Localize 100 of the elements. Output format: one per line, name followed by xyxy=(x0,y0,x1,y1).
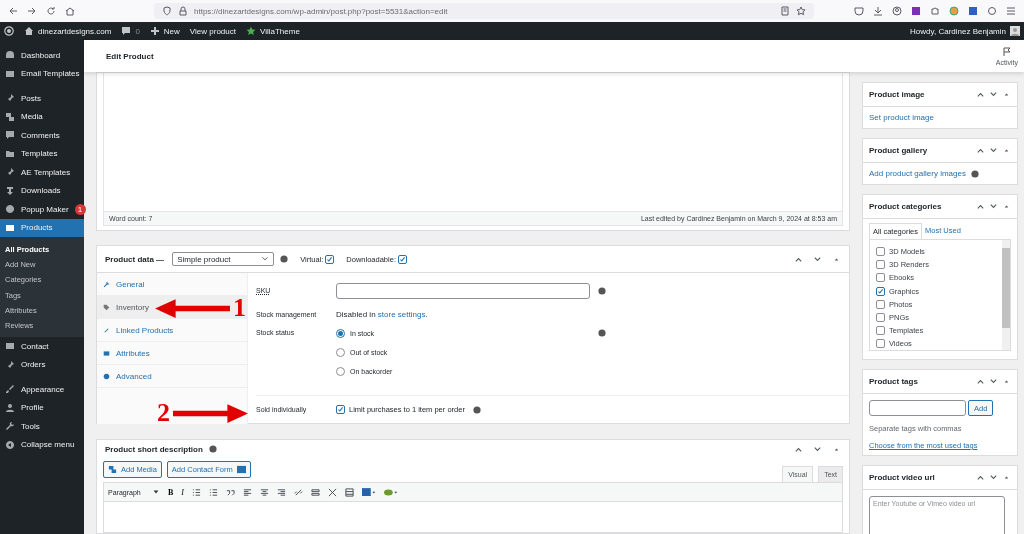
menu-item[interactable]: AE Templates xyxy=(0,163,84,182)
help-icon[interactable] xyxy=(970,169,979,178)
italic-button[interactable]: I xyxy=(181,487,184,497)
shield-icon xyxy=(162,6,172,16)
move-down-icon[interactable] xyxy=(989,90,998,99)
home-icon[interactable] xyxy=(65,6,75,16)
menu-item[interactable]: Products xyxy=(0,218,84,237)
gauge-icon xyxy=(5,50,15,61)
wrench-icon xyxy=(103,280,110,288)
menu-item[interactable]: Popup Maker 1 xyxy=(0,200,84,219)
new-link[interactable]: New xyxy=(149,26,180,36)
site-link[interactable]: dinezartdesigns.com xyxy=(24,26,112,36)
bullet-list-icon[interactable] xyxy=(192,487,201,497)
scrollbar[interactable] xyxy=(1002,240,1010,350)
color-wheel-icon[interactable] xyxy=(949,6,959,16)
help-icon[interactable] xyxy=(280,255,289,263)
address-bar[interactable]: https://dinezartdesigns.com/wp-admin/post.php?post=5531&action=edit xyxy=(154,3,814,19)
collapse-icon xyxy=(5,439,15,450)
move-up-icon[interactable] xyxy=(976,90,985,99)
download-icon[interactable] xyxy=(873,6,883,16)
align-left-icon[interactable] xyxy=(243,487,252,497)
envelope-icon[interactable] xyxy=(362,487,376,497)
menu-item[interactable]: Comments xyxy=(0,126,84,145)
panel-title: Product tags xyxy=(869,377,918,386)
account-link[interactable]: Howdy, Cardinez Benjamin xyxy=(910,26,1020,36)
menu-item[interactable]: Downloads xyxy=(0,181,84,200)
menu-item[interactable]: Media xyxy=(0,107,84,126)
checkbox[interactable] xyxy=(876,339,885,349)
leaf-icon[interactable] xyxy=(384,487,398,497)
menu-item[interactable]: Posts xyxy=(0,89,84,108)
menu-item[interactable]: Templates xyxy=(0,144,84,163)
numbered-list-icon[interactable] xyxy=(209,487,218,497)
extension-icon[interactable] xyxy=(968,6,978,16)
downloadable-checkbox[interactable] xyxy=(397,254,407,264)
align-right-icon[interactable] xyxy=(277,487,286,497)
back-icon[interactable] xyxy=(8,6,18,16)
wordpress-logo-icon[interactable] xyxy=(4,26,14,36)
align-center-icon[interactable] xyxy=(260,487,269,497)
move-up-icon[interactable] xyxy=(976,473,985,482)
checkbox[interactable] xyxy=(876,260,885,270)
move-down-icon[interactable] xyxy=(989,146,998,155)
checkbox[interactable] xyxy=(876,247,885,256)
theme-link[interactable]: VillaTheme xyxy=(245,26,300,36)
read-more-icon[interactable] xyxy=(311,487,320,497)
stock-management-note: Disabled in store settings. xyxy=(336,309,428,319)
sku-field[interactable] xyxy=(336,282,590,299)
move-down-icon[interactable] xyxy=(989,377,998,386)
product-data-tab[interactable]: Advanced xyxy=(97,365,247,388)
move-up-icon[interactable] xyxy=(976,202,985,211)
menu-item[interactable]: Tools xyxy=(0,417,84,436)
tag-field[interactable] xyxy=(869,400,966,416)
forward-icon[interactable] xyxy=(27,6,37,16)
menu-item[interactable]: Contact xyxy=(0,337,84,356)
move-down-icon[interactable] xyxy=(989,202,998,211)
checkbox[interactable] xyxy=(876,299,885,309)
person-icon xyxy=(5,402,15,413)
flag-icon xyxy=(1001,46,1012,57)
avatar-icon xyxy=(1010,26,1020,36)
panel-title: Product gallery xyxy=(869,146,928,155)
help-icon[interactable] xyxy=(472,405,481,414)
menu-item[interactable]: Orders xyxy=(0,355,84,375)
view-product-link[interactable]: View product xyxy=(189,26,236,36)
checkbox[interactable] xyxy=(876,312,885,322)
reader-icon[interactable] xyxy=(780,6,790,16)
help-icon[interactable] xyxy=(598,328,606,337)
checkbox[interactable] xyxy=(876,326,885,336)
comments-link[interactable]: 0 xyxy=(121,26,140,36)
fullscreen-icon[interactable] xyxy=(328,487,337,497)
panel-title: Product video url xyxy=(869,473,935,482)
menu-item[interactable]: Profile xyxy=(0,398,84,418)
move-up-icon[interactable] xyxy=(976,377,985,386)
menu-item[interactable]: Dashboard xyxy=(0,46,84,65)
move-down-icon[interactable] xyxy=(989,473,998,482)
link-icon xyxy=(103,326,110,334)
pocket-icon[interactable] xyxy=(854,6,864,16)
bold-button[interactable]: B xyxy=(168,487,174,497)
checkbox[interactable] xyxy=(876,286,885,296)
reload-icon[interactable] xyxy=(46,6,56,16)
menu-item[interactable]: Collapse menu xyxy=(0,435,84,455)
menu-item[interactable]: Appearance xyxy=(0,380,84,399)
product-data-tab[interactable]: Attributes xyxy=(97,342,247,365)
product-type-select[interactable]: Simple product xyxy=(172,252,275,266)
toolbar-toggle-icon[interactable] xyxy=(345,487,354,497)
move-up-icon[interactable] xyxy=(976,146,985,155)
virtual-checkbox[interactable] xyxy=(325,254,335,264)
help-icon[interactable] xyxy=(598,286,606,295)
quote-icon[interactable] xyxy=(226,487,235,497)
account-icon[interactable] xyxy=(892,6,902,16)
help-icon[interactable] xyxy=(208,445,217,453)
move-down-icon[interactable] xyxy=(813,444,822,454)
extension-icon[interactable] xyxy=(911,6,921,16)
add-gallery-link[interactable]: Add product gallery images xyxy=(869,169,966,178)
product-data-tab[interactable]: Linked Products xyxy=(97,319,247,342)
checkbox[interactable] xyxy=(876,273,885,283)
sold-individually-checkbox[interactable] xyxy=(336,405,345,415)
link-icon[interactable] xyxy=(294,487,303,497)
menu-item[interactable]: Email Templates xyxy=(0,64,84,83)
move-down-icon[interactable] xyxy=(813,254,822,264)
bookmark-star-icon[interactable] xyxy=(796,6,806,16)
set-image-link[interactable]: Set product image xyxy=(869,113,934,122)
